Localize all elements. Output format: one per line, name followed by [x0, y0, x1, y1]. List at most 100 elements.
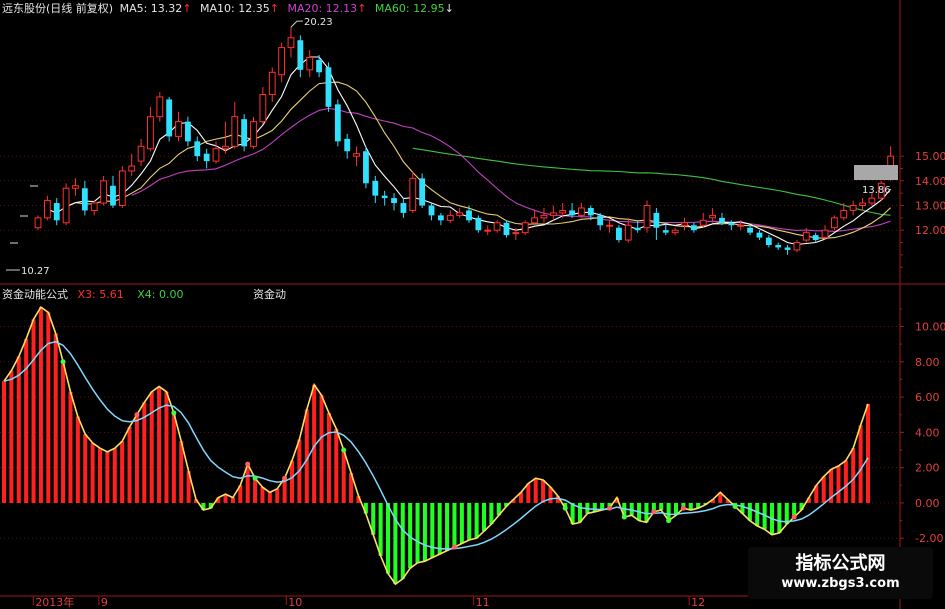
time-label: 11 [476, 596, 490, 609]
candle-body-up [278, 47, 286, 76]
candle-body-down [381, 195, 388, 199]
price-tick-label: 15.00 [915, 150, 945, 163]
last-price-label: 13.86 [862, 185, 891, 196]
candle-body-up [709, 214, 717, 219]
crossover-marker [245, 461, 251, 467]
candle-body-down [334, 104, 341, 142]
candle-body-up [446, 214, 454, 221]
crossover-marker [562, 505, 568, 511]
candle-body-up [72, 185, 79, 189]
stock-title: 远东股份(日线 前复权) [2, 2, 114, 15]
candle-body-up [231, 116, 239, 147]
candle-body-up [737, 224, 745, 227]
candle-body-up [578, 207, 585, 216]
candle-body-up [353, 153, 360, 157]
candle-body-down [419, 178, 426, 206]
time-label: 12 [691, 596, 705, 609]
time-label: 9 [101, 596, 108, 609]
crossover-marker [451, 544, 457, 550]
candle-body-down [344, 138, 351, 152]
price-tick-label: 12.00 [915, 224, 945, 237]
candle-body-up [624, 224, 632, 241]
crossover-marker [607, 505, 613, 511]
indicator-tag: 资金动 [253, 288, 286, 301]
candle-body-up [90, 202, 98, 211]
candle-body-down [719, 217, 725, 223]
crossover-marker [282, 475, 288, 481]
crossover-marker [252, 475, 258, 481]
indicator-tick-label: 10.00 [915, 320, 945, 333]
candle-body-up [147, 116, 154, 150]
candle-body-down [784, 247, 791, 250]
candle-body-up [175, 121, 182, 137]
candle-body-up [221, 145, 229, 150]
candle-body-up [306, 56, 314, 71]
candle-body-up [137, 145, 145, 162]
candle-body-up [793, 242, 801, 251]
time-label: 2013年 [35, 595, 74, 609]
signal-line [3, 340, 869, 550]
candle-body-down [634, 227, 641, 231]
ma10-up-arrow-icon: ↑ [269, 2, 279, 15]
ma60-label: MA60: 12.95 [374, 2, 445, 15]
candle-body-down [475, 217, 482, 231]
x3-label: X3: 5.61 [77, 288, 124, 301]
candle-body-up [268, 71, 276, 95]
candle-body-down [325, 67, 332, 107]
candle-body-up [250, 121, 257, 147]
candle-body-up [531, 217, 538, 224]
ma20-up-arrow-icon: ↑ [357, 2, 367, 15]
crossover-marker [341, 447, 347, 453]
candle-body-up [802, 232, 810, 241]
candle-body-down [110, 185, 116, 206]
ma20-label: MA20: 12.13 [287, 2, 358, 15]
watermark-url: www.zbgs3.com [781, 576, 900, 591]
candle-body-down [616, 227, 622, 241]
candle-body-down [185, 121, 191, 142]
candle-body-up [43, 200, 51, 219]
candle-body-down [775, 244, 782, 248]
time-label: 10 [288, 596, 302, 609]
candle-body-up [156, 96, 164, 118]
candle-body-up [287, 37, 295, 49]
ma5-label: MA5: 13.32 [119, 2, 183, 15]
candle-body-up [100, 180, 107, 204]
candle-body-up [34, 217, 42, 229]
candle-body-up [62, 187, 70, 224]
crossover-marker [791, 514, 797, 520]
candle-body-up [549, 212, 557, 216]
candle-body-up [840, 209, 848, 219]
candle-body-down [569, 210, 575, 216]
candle-body-up [212, 148, 220, 162]
candle-body-down [372, 180, 379, 196]
indicator-title: 资金动能公式 [2, 288, 68, 301]
candle-body-up [128, 165, 136, 172]
candle-body-down [391, 198, 397, 204]
indicator-tick-label: 8.00 [915, 356, 940, 369]
candle-body-down [747, 227, 753, 233]
candle-body-down [428, 205, 435, 216]
crossover-marker [621, 514, 627, 520]
candle-body-down [503, 222, 510, 236]
chart-header: 远东股份(日线 前复权) MA5: 13.32↑ MA10: 12.35↑ MA… [2, 2, 454, 16]
indicator-tick-label: 0.00 [915, 497, 940, 510]
candle-body-up [409, 177, 417, 211]
candle-body-up [521, 222, 529, 234]
candle-body-up [456, 212, 464, 216]
high-annotation: 20.23 [304, 17, 333, 28]
indicator-tick-label: 2.00 [915, 462, 940, 475]
candle-body-down [690, 225, 697, 231]
candle-body-down [166, 99, 173, 137]
candle-body-down [194, 141, 201, 157]
candle-body-down [81, 188, 88, 211]
watermark-title: 指标公式网 [795, 553, 886, 574]
candle-body-down [587, 207, 594, 216]
candle-body-down [297, 40, 304, 70]
price-tick-label: 14.00 [915, 175, 945, 188]
candle-body-down [812, 235, 819, 241]
candle-body-down [765, 237, 772, 245]
candle-body-up [118, 170, 126, 207]
candle-body-up [868, 197, 876, 204]
candle-body-down [437, 215, 444, 221]
indicator-tick-label: -2.00 [915, 532, 943, 545]
